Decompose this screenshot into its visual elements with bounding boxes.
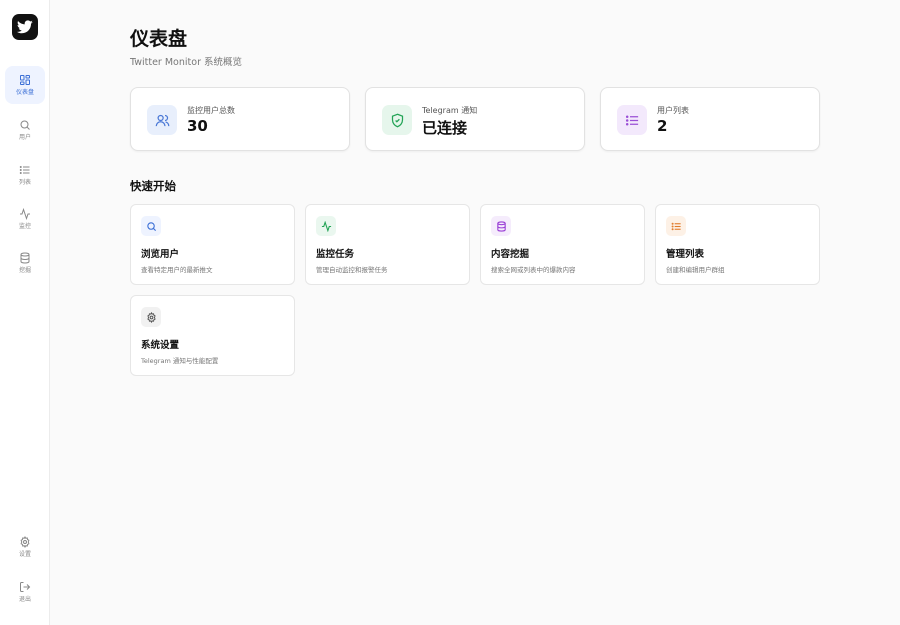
database-icon [20, 252, 30, 264]
page-title: 仪表盘 [130, 28, 188, 50]
quick-card-monitor-tasks[interactable]: 监控任务 管理自动监控和报警任务 [305, 204, 470, 285]
quick-card-system-settings[interactable]: 系统设置 Telegram 通知与性能配置 [130, 295, 295, 376]
quick-card-browse-users[interactable]: 浏览用户 查看特定用户的最新推文 [130, 204, 295, 285]
quick-card-desc: 管理自动监控和报警任务 [316, 266, 388, 274]
sidebar-item-label: 列表 [18, 179, 31, 186]
search-icon [146, 221, 156, 231]
users-icon [155, 114, 169, 126]
quick-card-icon-box [666, 216, 686, 236]
dashboard-icon [20, 75, 30, 85]
quick-card-icon-box [141, 307, 161, 327]
sidebar-item-mining[interactable]: 挖掘 [5, 244, 45, 282]
app-logo[interactable] [12, 14, 38, 40]
sidebar-item-settings[interactable]: 设置 [5, 528, 45, 566]
quick-card-title: 系统设置 [141, 340, 180, 351]
stat-icon-box [147, 105, 177, 135]
quick-card-title: 内容挖掘 [491, 249, 530, 260]
search-icon [20, 120, 30, 130]
stat-value: 已连接 [422, 119, 468, 137]
sidebar-item-label: 监控 [18, 223, 31, 230]
sidebar-item-label: 用户 [18, 134, 31, 141]
quick-card-title: 浏览用户 [141, 249, 180, 260]
stat-value: 30 [187, 117, 208, 135]
sidebar-item-label: 退出 [18, 596, 31, 603]
stat-label: 监控用户总数 [187, 106, 235, 115]
quick-card-icon-box [141, 216, 161, 236]
list-icon [671, 222, 681, 230]
quick-card-manage-lists[interactable]: 管理列表 创建和编辑用户群组 [655, 204, 820, 285]
sidebar-item-users[interactable]: 用户 [5, 111, 45, 149]
quick-card-title: 监控任务 [316, 249, 355, 260]
activity-icon [321, 220, 331, 232]
sidebar-item-label: 仪表盘 [15, 89, 34, 96]
stat-value: 2 [657, 117, 668, 135]
stat-icon-box [617, 105, 647, 135]
quick-card-desc: 查看特定用户的最新推文 [141, 266, 213, 274]
stat-card-user-lists: 用户列表 2 [600, 87, 820, 151]
stat-label: Telegram 通知 [422, 106, 478, 115]
quick-card-icon-box [491, 216, 511, 236]
quick-card-icon-box [316, 216, 336, 236]
stat-icon-box [382, 105, 412, 135]
database-icon [496, 220, 506, 232]
quick-card-content-mining[interactable]: 内容挖掘 搜索全网或列表中的爆款内容 [480, 204, 645, 285]
page-subtitle: Twitter Monitor 系统概览 [130, 57, 242, 68]
gear-icon [20, 536, 30, 548]
sidebar: 仪表盘 用户 列表 监控 挖掘 设置 退出 [0, 0, 50, 625]
sidebar-item-label: 挖掘 [18, 267, 31, 274]
activity-icon [20, 208, 30, 220]
stat-label: 用户列表 [657, 106, 689, 115]
sidebar-item-lists[interactable]: 列表 [5, 156, 45, 194]
list-icon [625, 115, 638, 125]
quick-card-desc: Telegram 通知与性能配置 [141, 357, 219, 365]
quick-card-desc: 搜索全网或列表中的爆款内容 [491, 266, 576, 274]
shield-check-icon [391, 113, 403, 127]
quick-card-title: 管理列表 [666, 249, 705, 260]
stat-card-monitored-users: 监控用户总数 30 [130, 87, 350, 151]
logout-icon [20, 582, 31, 592]
sidebar-item-monitor[interactable]: 监控 [5, 200, 45, 238]
sidebar-item-label: 设置 [18, 551, 31, 558]
sidebar-item-logout[interactable]: 退出 [5, 573, 45, 611]
sidebar-item-dashboard[interactable]: 仪表盘 [5, 66, 45, 104]
gear-icon [146, 311, 156, 323]
quick-card-desc: 创建和编辑用户群组 [666, 266, 725, 274]
twitter-bird-icon [17, 20, 33, 34]
list-icon [19, 166, 30, 174]
section-title-quick-start: 快速开始 [130, 179, 176, 193]
stat-card-telegram: Telegram 通知 已连接 [365, 87, 585, 151]
